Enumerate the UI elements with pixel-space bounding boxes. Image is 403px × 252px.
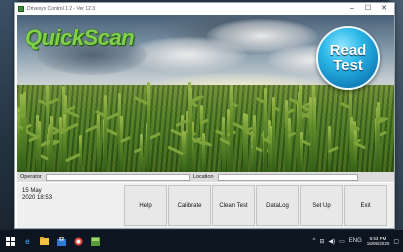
corn-stalks	[17, 75, 394, 172]
read-test-label-line2: Test	[333, 57, 363, 74]
action-button-row: Help Calibrate Clean Test DataLog Set Up…	[124, 185, 388, 226]
corn-stalk	[245, 114, 248, 172]
corn-stalk	[97, 114, 100, 172]
corn-stalk	[120, 116, 123, 172]
corn-stalk	[202, 133, 205, 172]
quickscan-logo: QuickScan	[25, 25, 135, 50]
bottom-panel: 15 May 2020 18:53 Help Calibrate Clean T…	[17, 183, 394, 228]
corn-stalk	[59, 117, 62, 172]
window-title: Drivesys Control 1.2 - Ver 12.3	[27, 5, 96, 12]
app-icon	[18, 5, 24, 12]
corn-stalk	[38, 121, 41, 172]
operator-label: Operator	[20, 174, 42, 180]
date-time-display: 15 May 2020 18:53	[22, 188, 52, 202]
banner-image: QuickScan Read Test	[17, 15, 394, 172]
corn-stalk	[147, 82, 150, 172]
file-explorer-icon[interactable]	[40, 237, 49, 246]
clock-date: 15/05/2020	[366, 241, 390, 246]
corn-stalk	[288, 118, 291, 172]
read-test-label-line1: Read	[329, 42, 367, 59]
volume-icon[interactable]: ◀)	[328, 238, 335, 245]
taskbar: e ^ ⊟ ◀) ▭ ENG 6:53 PM 15/05/2020 ▢	[0, 230, 403, 252]
calibrate-button[interactable]: Calibrate	[168, 185, 211, 226]
title-bar[interactable]: Drivesys Control 1.2 - Ver 12.3 – ☐ ✕	[15, 3, 394, 14]
network-icon[interactable]: ⊟	[319, 238, 324, 245]
maximize-button[interactable]: ☐	[360, 3, 376, 14]
time-text: 2020 18:53	[22, 195, 53, 201]
setup-button[interactable]: Set Up	[300, 185, 343, 226]
quickscan-taskbar-icon[interactable]	[91, 236, 100, 246]
chevron-up-icon[interactable]: ^	[313, 238, 316, 244]
location-field[interactable]	[217, 173, 358, 181]
language-indicator[interactable]: ENG	[349, 238, 362, 244]
corn-stalk	[50, 116, 53, 172]
notification-icon[interactable]: ▢	[393, 238, 399, 245]
corn-stalk	[17, 109, 20, 172]
edge-browser-icon[interactable]: e	[23, 237, 32, 246]
corn-stalk	[140, 134, 143, 172]
corn-stalk	[63, 114, 66, 172]
location-label: Location	[192, 174, 214, 180]
corn-stalk	[354, 130, 357, 172]
minimize-button[interactable]: –	[344, 3, 360, 14]
corn-stalk	[23, 92, 26, 172]
corn-stalk	[230, 85, 233, 172]
battery-icon[interactable]: ▭	[339, 238, 345, 245]
taskbar-clock[interactable]: 6:53 PM 15/05/2020	[367, 236, 390, 247]
corn-stalk	[104, 95, 107, 172]
exit-button[interactable]: Exit	[344, 185, 387, 226]
clean-test-button[interactable]: Clean Test	[212, 185, 255, 226]
app-icon-circle[interactable]	[74, 237, 83, 246]
corn-stalk	[377, 102, 380, 172]
operator-location-row: Operator Location	[17, 172, 394, 182]
store-icon[interactable]	[57, 236, 66, 246]
date-text: 15 May	[22, 188, 42, 194]
system-tray: ^ ⊟ ◀) ▭ ENG 6:53 PM 15/05/2020 ▢	[309, 230, 399, 252]
read-test-button[interactable]: Read Test	[316, 26, 380, 90]
corn-stalk	[222, 117, 225, 172]
datalog-button[interactable]: DataLog	[256, 185, 299, 226]
corn-stalk	[253, 115, 256, 172]
close-button[interactable]: ✕	[376, 3, 392, 14]
windows-start-icon[interactable]	[6, 236, 15, 246]
window-controls: – ☐ ✕	[344, 3, 392, 14]
operator-field[interactable]	[45, 173, 190, 181]
app-window: Drivesys Control 1.2 - Ver 12.3 – ☐ ✕ Qu…	[14, 2, 395, 229]
help-button[interactable]: Help	[124, 185, 167, 226]
